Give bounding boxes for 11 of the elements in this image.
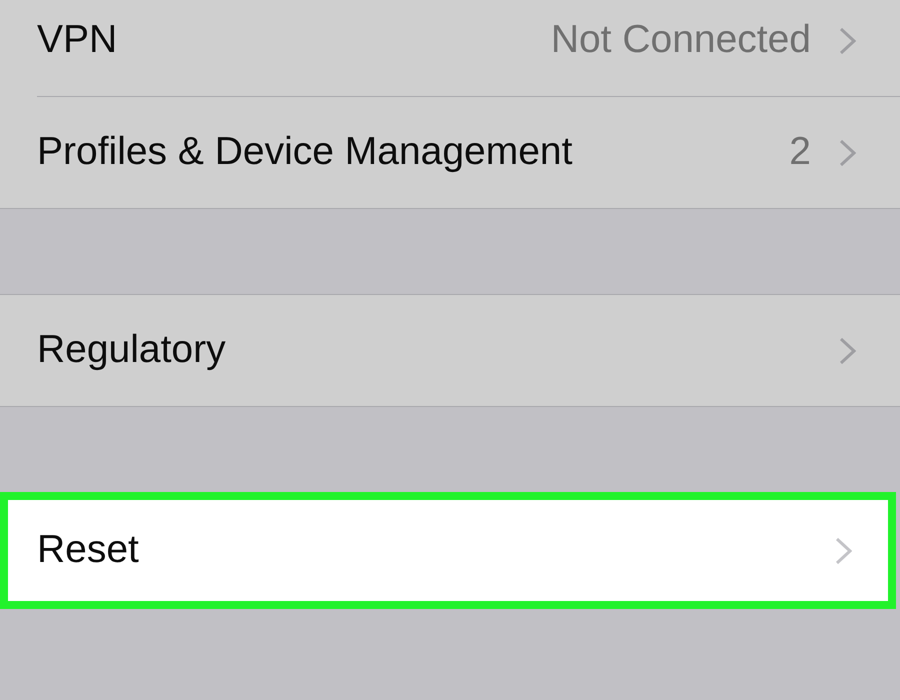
- row-label: Regulatory: [37, 327, 226, 374]
- chevron-icon: [835, 536, 852, 564]
- settings-row[interactable]: Reset: [0, 492, 896, 609]
- row-value: 2: [789, 129, 811, 176]
- row-label: Reset: [37, 527, 139, 574]
- row-label: Profiles & Device Management: [37, 129, 572, 176]
- row-value: Not Connected: [550, 17, 811, 64]
- row-label: VPN: [37, 17, 118, 64]
- chevron-icon: [839, 26, 856, 54]
- chevron-icon: [839, 138, 856, 166]
- chevron-icon: [839, 336, 856, 364]
